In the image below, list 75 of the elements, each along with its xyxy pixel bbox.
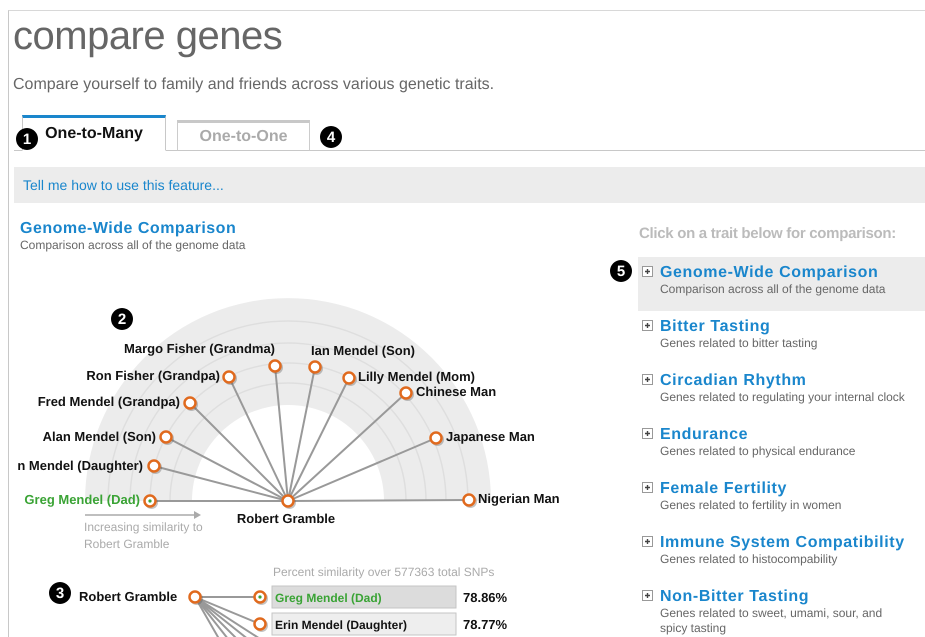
expand-icon[interactable] (642, 266, 653, 277)
chart-node[interactable] (308, 360, 323, 375)
similarity-bar[interactable] (272, 612, 456, 636)
trait-item[interactable]: Endurance Genes related to physical endurance (638, 419, 925, 473)
callout-number: 4 (320, 126, 342, 148)
trait-description: Comparison across all of the genome data (660, 282, 886, 297)
chart-node[interactable] (143, 494, 158, 509)
trait-description: Genes related to histocompability (660, 552, 838, 567)
trait-description: Genes related to fertility in women (660, 498, 842, 513)
trait-item[interactable]: Female Fertility Genes related to fertility in women (638, 473, 925, 527)
callout-number: 2 (111, 308, 133, 330)
chart-node[interactable] (399, 386, 414, 401)
page-subtitle: Compare yourself to family and friends across various genetic traits. (13, 75, 496, 95)
center-label: Robert Gramble (236, 511, 336, 526)
trait-title: Immune System Compatibility (660, 534, 905, 552)
chart-node[interactable] (268, 359, 283, 374)
node-label: Greg Mendel (Dad) (24, 492, 140, 507)
chart-node[interactable] (183, 396, 198, 411)
chart-node[interactable] (188, 590, 203, 605)
row-name: Greg Mendel (Dad) (275, 591, 382, 605)
arrow-icon (85, 511, 201, 519)
section-description: Comparison across all of the genome data (20, 238, 246, 252)
source-label: Robert Gramble (79, 589, 178, 604)
trait-description: Genes related to bitter tasting (660, 336, 818, 351)
trait-description: Genes related to regulating your internal clock (660, 390, 905, 405)
node-label: Ron Fisher (Grandpa) (86, 368, 220, 383)
node-label: n Mendel (Daughter) (17, 458, 143, 473)
chart-node[interactable] (281, 494, 296, 509)
trait-description: Genes related to sweet, umami, sour, and spicy tasting (660, 606, 882, 636)
node-label: Ian Mendel (Son) (311, 343, 415, 358)
chart-node[interactable] (342, 371, 357, 386)
chart-node[interactable] (159, 430, 174, 445)
row-percent: 78.77% (463, 617, 508, 632)
trait-title: Bitter Tasting (660, 318, 772, 336)
expand-icon[interactable] (642, 536, 653, 547)
trait-item[interactable]: Bitter Tasting Genes related to bitter tasting (638, 311, 925, 365)
page-title: compare genes (13, 13, 284, 60)
trait-item[interactable]: Immune System Compatibility Genes related to histocompability (638, 527, 925, 581)
trait-title: Female Fertility (660, 480, 788, 498)
trait-item[interactable]: Genome-Wide Comparison Comparison across all of the genome data (638, 257, 925, 311)
help-link[interactable]: Tell me how to use this feature... (23, 177, 224, 193)
row-percent: 78.86% (463, 590, 508, 605)
trait-title: Non-Bitter Tasting (660, 588, 810, 606)
chart-node[interactable] (462, 493, 477, 508)
node-label: Alan Mendel (Son) (42, 429, 156, 444)
chart-node[interactable] (147, 459, 162, 474)
expand-icon[interactable] (642, 482, 653, 493)
chart-node[interactable] (253, 617, 268, 632)
trait-item[interactable]: Non-Bitter Tasting Genes related to sweet, umami, sour, and spicy tasting (638, 581, 925, 635)
node-label: Fred Mendel (Grandpa) (38, 394, 180, 409)
chart-node[interactable] (429, 431, 444, 446)
trait-title: Endurance (660, 426, 750, 444)
callout-number: 1 (16, 128, 38, 150)
chart-node[interactable] (222, 370, 237, 385)
expand-icon[interactable] (642, 374, 653, 385)
list-caption: Percent similarity over 577363 total SNPs (273, 565, 494, 579)
section-title: Genome-Wide Comparison (20, 220, 238, 238)
traits-prompt: Click on a trait below for comparison: (639, 224, 897, 244)
callout-number: 5 (610, 260, 632, 282)
node-label: Chinese Man (416, 384, 496, 399)
chart-node[interactable] (253, 590, 268, 605)
trait-title: Genome-Wide Comparison (660, 264, 880, 282)
expand-icon[interactable] (642, 590, 653, 601)
node-label: Margo Fisher (Grandma) (124, 341, 275, 356)
trait-item[interactable]: Circadian Rhythm Genes related to regulating your internal clock (638, 365, 925, 419)
axis-note: Increasing similarity to Robert Gramble (84, 519, 204, 553)
node-label: Nigerian Man (478, 491, 560, 506)
callout-number: 3 (49, 582, 71, 604)
trait-title: Circadian Rhythm (660, 372, 808, 390)
trait-description: Genes related to physical endurance (660, 444, 856, 459)
row-name: Erin Mendel (Daughter) (275, 618, 408, 632)
expand-icon[interactable] (642, 428, 653, 439)
node-label: Japanese Man (446, 429, 535, 444)
node-label: Lilly Mendel (Mom) (358, 369, 475, 384)
expand-icon[interactable] (642, 320, 653, 331)
